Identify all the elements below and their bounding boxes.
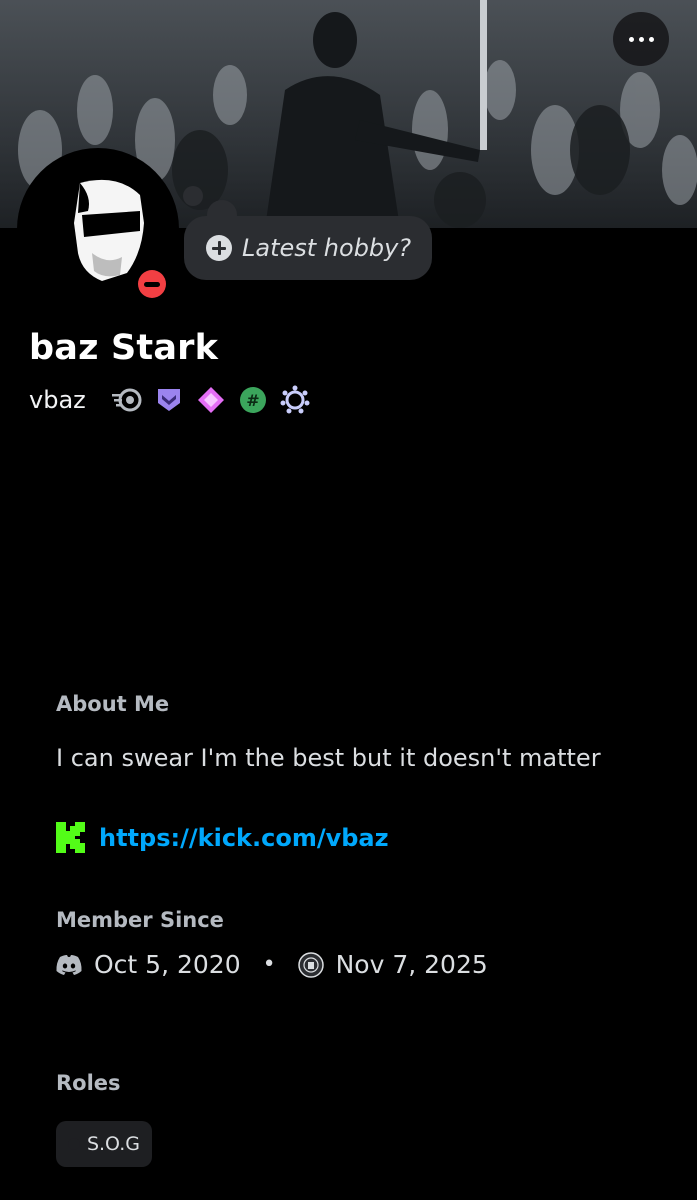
quest-laurel-badge-icon[interactable] [280,384,311,415]
speed-badge-icon[interactable] [111,384,143,415]
do-not-disturb-icon [138,270,166,298]
kick-logo-icon [56,822,85,853]
more-options-button[interactable] [613,12,669,66]
role-color-dot [68,1138,80,1150]
status-prompt-bubble[interactable]: Latest hobby? [184,216,432,280]
thought-dot-small [183,186,203,206]
display-name: baz Stark [29,328,219,368]
member-since-row: Oct 5, 2020 • Nov 7, 2025 [56,950,488,979]
date-separator: • [262,952,276,977]
status-prompt-text: Latest hobby? [242,234,412,262]
server-icon [297,951,324,978]
status-indicator-dnd [132,264,172,304]
username-row: vbaz # [29,384,311,415]
discord-icon [56,954,82,975]
connected-link-row: https://kick.com/vbaz [56,822,389,853]
badge-list: # [111,384,311,415]
hypesquad-badge-icon[interactable] [154,384,185,415]
hashtag-badge-icon[interactable]: # [238,384,269,415]
username[interactable]: vbaz [29,386,86,414]
svg-text:#: # [247,391,260,410]
nitro-gem-badge-icon[interactable] [196,384,227,415]
role-name: S.O.G [86,1133,140,1155]
more-horizontal-icon [628,36,654,42]
member-since-heading: Member Since [56,908,224,932]
about-me-heading: About Me [56,692,170,716]
server-member-date: Nov 7, 2025 [335,950,488,979]
role-pill[interactable]: S.O.G [56,1121,152,1167]
about-me-bio: I can swear I'm the best but it doesn't … [56,744,601,772]
discord-member-date: Oct 5, 2020 [94,950,241,979]
plus-circle-icon [206,235,232,261]
roles-heading: Roles [56,1071,121,1095]
kick-profile-link[interactable]: https://kick.com/vbaz [99,824,389,852]
